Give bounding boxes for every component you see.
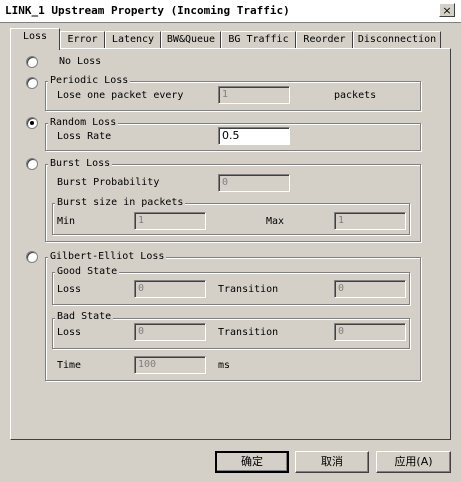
periodic-loss-title: Periodic Loss bbox=[48, 75, 131, 87]
tab-label: BW&Queue bbox=[166, 34, 216, 45]
burst-probability-label: Burst Probability bbox=[57, 177, 160, 188]
periodic-loss-field-label: Lose one packet every bbox=[57, 90, 184, 101]
tab-label: Reorder bbox=[303, 34, 346, 45]
burst-loss-title: Burst Loss bbox=[48, 158, 113, 170]
apply-button[interactable]: 应用(A) bbox=[376, 451, 451, 473]
bad-state-transition-input[interactable]: 0 bbox=[334, 323, 406, 341]
window-title: LINK_1 Upstream Property (Incoming Traff… bbox=[5, 4, 290, 17]
periodic-loss-radio[interactable] bbox=[26, 77, 38, 89]
tab-label: Disconnection bbox=[357, 34, 437, 45]
bad-state-title: Bad State bbox=[55, 311, 114, 323]
ok-button[interactable]: 确定 bbox=[215, 451, 289, 473]
close-icon: × bbox=[442, 3, 452, 17]
tab-error[interactable]: Error bbox=[60, 31, 105, 49]
good-state-loss-label: Loss bbox=[57, 284, 82, 295]
burst-size-title: Burst size in packets bbox=[55, 197, 186, 209]
tab-reorder[interactable]: Reorder bbox=[296, 31, 353, 49]
tab-label: Error bbox=[67, 34, 98, 45]
periodic-loss-unit: packets bbox=[334, 90, 377, 101]
tab-disconnection[interactable]: Disconnection bbox=[353, 31, 441, 49]
random-loss-radio[interactable] bbox=[26, 117, 38, 129]
good-state-loss-input[interactable]: 0 bbox=[134, 280, 206, 298]
time-label: Time bbox=[57, 360, 82, 371]
tab-bg-traffic[interactable]: BG Traffic bbox=[221, 31, 296, 49]
tab-latency[interactable]: Latency bbox=[105, 31, 161, 49]
title-bar: LINK_1 Upstream Property (Incoming Traff… bbox=[0, 0, 461, 23]
no-loss-radio[interactable] bbox=[26, 56, 38, 68]
good-state-transition-input[interactable]: 0 bbox=[334, 280, 406, 298]
good-state-title: Good State bbox=[55, 266, 120, 278]
no-loss-label: No Loss bbox=[59, 56, 102, 67]
random-loss-title: Random Loss bbox=[48, 117, 119, 129]
gilbert-elliot-radio[interactable] bbox=[26, 251, 38, 263]
tab-loss[interactable]: Loss bbox=[10, 28, 60, 50]
random-loss-field-label: Loss Rate bbox=[57, 131, 112, 142]
bad-state-loss-input[interactable]: 0 bbox=[134, 323, 206, 341]
good-state-transition-label: Transition bbox=[218, 284, 279, 295]
burst-min-input[interactable]: 1 bbox=[134, 212, 206, 230]
burst-max-label: Max bbox=[266, 216, 285, 227]
burst-loss-radio[interactable] bbox=[26, 158, 38, 170]
bad-state-transition-label: Transition bbox=[218, 327, 279, 338]
tab-label: BG Traffic bbox=[228, 34, 289, 45]
bad-state-loss-label: Loss bbox=[57, 327, 82, 338]
burst-min-label: Min bbox=[57, 216, 76, 227]
time-input[interactable]: 100 bbox=[134, 356, 206, 374]
tab-bw-queue[interactable]: BW&Queue bbox=[161, 31, 221, 49]
loss-rate-input[interactable]: 0.5 bbox=[218, 127, 290, 145]
gilbert-elliot-title: Gilbert-Elliot Loss bbox=[48, 251, 167, 263]
time-unit: ms bbox=[218, 360, 231, 371]
cancel-button[interactable]: 取消 bbox=[295, 451, 369, 473]
burst-max-input[interactable]: 1 bbox=[334, 212, 406, 230]
close-button[interactable]: × bbox=[439, 3, 455, 17]
burst-probability-input[interactable]: 0 bbox=[218, 174, 290, 192]
periodic-loss-input[interactable]: 1 bbox=[218, 86, 290, 104]
tab-label: Latency bbox=[111, 34, 155, 45]
tab-label: Loss bbox=[22, 31, 48, 42]
